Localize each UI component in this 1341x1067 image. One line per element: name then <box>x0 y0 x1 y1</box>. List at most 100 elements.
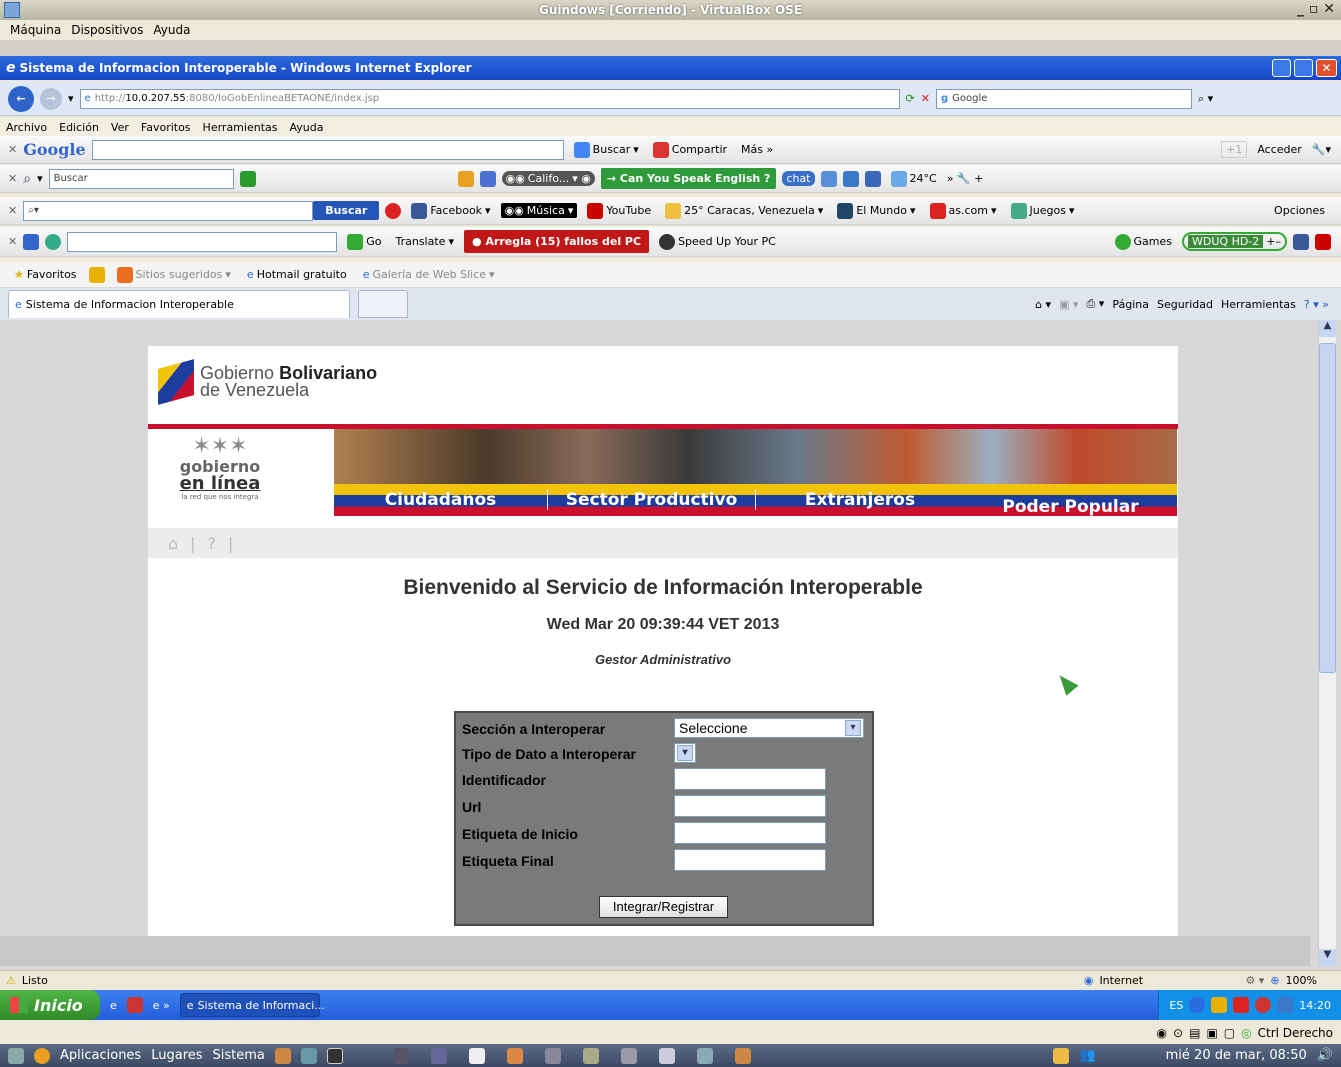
nav-sector-productivo[interactable]: Sector Productivo <box>548 490 756 510</box>
submit-button[interactable]: Integrar/Registrar <box>599 896 728 918</box>
hotmail-button[interactable]: e Hotmail gratuito <box>243 267 351 282</box>
galeria-button[interactable]: e Galería de Web Slice ▾ <box>359 267 499 282</box>
foot-icon[interactable] <box>34 1047 50 1064</box>
menu-archivo[interactable]: Archivo <box>6 121 47 134</box>
users-icon[interactable]: 👥 <box>1079 1048 1095 1063</box>
close-toolbar-icon[interactable]: ✕ <box>8 143 17 156</box>
menu-ayuda[interactable]: Ayuda <box>289 121 323 134</box>
toolbar-go-icon[interactable] <box>239 170 256 187</box>
extras-input[interactable] <box>67 231 338 252</box>
weather-link[interactable]: 25° Caracas, Venezuela ▾ <box>661 202 827 220</box>
window-icon-1[interactable] <box>392 1047 409 1064</box>
menu-sistema[interactable]: Sistema <box>213 1048 265 1063</box>
home-nav-icon[interactable]: ⌂ <box>168 534 178 553</box>
etiqueta-final-input[interactable] <box>674 849 826 871</box>
wrench-icon[interactable]: 🔧▾ <box>1312 143 1331 156</box>
refresh-icon[interactable]: ⟳ <box>906 92 915 105</box>
address-input[interactable]: e http://10.0.207.55:8080/IoGobEnlineaBE… <box>79 88 900 109</box>
mas-button[interactable]: Más » <box>737 142 777 157</box>
games-button[interactable]: Games <box>1111 233 1176 251</box>
search-input[interactable]: g Google <box>935 88 1192 109</box>
weather-button[interactable]: 24°C <box>887 170 941 188</box>
scroll-down-button[interactable]: ▼ <box>1319 949 1336 966</box>
menu-ver[interactable]: Ver <box>111 121 129 134</box>
window-icon-6[interactable] <box>582 1047 599 1064</box>
launcher-icon-2[interactable] <box>300 1047 317 1064</box>
search-go-icon[interactable]: ⌕ ▾ <box>1198 92 1213 106</box>
window-icon-9[interactable] <box>696 1047 713 1064</box>
vertical-scrollbar[interactable]: ▲ ▼ <box>1318 320 1336 966</box>
window-icon-8[interactable] <box>658 1047 675 1064</box>
player-widget[interactable]: ◉◉ Califo... ▾ ◉ <box>501 171 595 186</box>
ask-search-input[interactable]: ⌕▾ <box>23 200 314 221</box>
facebook-small-icon[interactable] <box>1293 233 1309 250</box>
plus-one-button[interactable]: +1 <box>1221 141 1248 158</box>
tray-icon-3[interactable] <box>1233 997 1250 1013</box>
nav-ciudadanos[interactable]: Ciudadanos <box>334 490 548 510</box>
add-favorite-icon[interactable] <box>88 266 105 283</box>
favoritos-button[interactable]: ★ Favoritos <box>10 267 81 282</box>
window-controls-icon[interactable]: _ ▫ ✕ <box>1297 1 1335 17</box>
close-toolbar-icon-2[interactable]: ✕ <box>8 172 17 185</box>
translate-button[interactable]: Translate ▾ <box>391 234 457 249</box>
google-buscar-button[interactable]: Buscar ▾ <box>570 141 643 159</box>
menu-favoritos[interactable]: Favoritos <box>141 121 191 134</box>
facebook-button[interactable]: Facebook ▾ <box>407 202 494 220</box>
forward-icon[interactable]: → <box>40 87 62 110</box>
toolbar-search-input[interactable]: Buscar <box>48 168 234 189</box>
sitios-button[interactable]: Sitios sugeridos ▾ <box>113 266 235 284</box>
terminal-icon[interactable] <box>326 1047 343 1064</box>
scroll-thumb[interactable] <box>1319 343 1336 673</box>
dropdown-arrow-icon[interactable]: ▾ <box>37 172 43 185</box>
compartir-button[interactable]: Compartir <box>649 141 731 159</box>
language-indicator[interactable]: ES <box>1169 999 1183 1012</box>
quicklaunch-chrome-icon[interactable]: e » <box>153 999 170 1012</box>
window-icon-10[interactable] <box>734 1047 751 1064</box>
taskbar-item-ie[interactable]: e Sistema de Informaci... <box>179 993 325 1017</box>
menu-edicion[interactable]: Edición <box>59 121 99 134</box>
volume-icon[interactable]: 🔊 <box>1317 1048 1333 1063</box>
vbox-menu-dispositivos[interactable]: Dispositivos <box>71 23 143 37</box>
ie-minimize-button[interactable] <box>1272 59 1291 77</box>
window-icon-2[interactable] <box>430 1047 447 1064</box>
seccion-select[interactable]: Seleccione ▾ <box>674 718 864 738</box>
go-button[interactable]: Go <box>343 233 385 251</box>
musica-button[interactable]: ◉◉ Música ▾ <box>500 203 578 218</box>
panel-clock[interactable]: mié 20 de mar, 08:50 <box>1166 1048 1307 1063</box>
elmundo-button[interactable]: El Mundo ▾ <box>833 202 919 220</box>
ascom-button[interactable]: as.com ▾ <box>926 202 1001 220</box>
home-icon[interactable]: ⌂ ▾ <box>1035 298 1051 311</box>
addon-icon-3[interactable] <box>820 170 837 187</box>
feeds-icon[interactable]: ▣ ▾ <box>1059 298 1078 311</box>
nav-poder-popular[interactable]: Poder Popular <box>964 483 1177 517</box>
acceder-button[interactable]: Acceder <box>1253 142 1305 157</box>
window-icon-7[interactable] <box>620 1047 637 1064</box>
help-icon[interactable]: ? ▾ » <box>1304 298 1329 311</box>
speedup-button[interactable]: Speed Up Your PC <box>655 233 780 251</box>
more-icon[interactable]: » 🔧 + <box>947 172 984 185</box>
back-icon[interactable]: ← <box>8 85 34 112</box>
tray-icon-2[interactable] <box>1211 997 1228 1013</box>
youtube-button[interactable]: YouTube <box>583 202 655 220</box>
addon-icon-1[interactable] <box>457 170 474 187</box>
arregla-button[interactable]: ● Arregla (15) fallos del PC <box>463 230 650 253</box>
tab-active[interactable]: e Sistema de Informacion Interoperable <box>8 290 350 318</box>
etiqueta-inicio-input[interactable] <box>674 822 826 844</box>
opciones-button[interactable]: Opciones <box>1270 203 1329 218</box>
tipo-select[interactable]: ▾ <box>674 743 696 763</box>
menu-lugares[interactable]: Lugares <box>151 1048 202 1063</box>
juegos-button[interactable]: Juegos ▾ <box>1007 202 1079 220</box>
print-icon[interactable]: ⎙ ▾ <box>1087 297 1105 311</box>
tray-icon-4[interactable] <box>1255 997 1272 1013</box>
radio-widget[interactable]: WDUQ HD-2 +– <box>1182 232 1287 251</box>
ie-close-button[interactable]: ✕ <box>1316 59 1337 77</box>
notes-icon[interactable] <box>1053 1047 1070 1064</box>
tray-icon-1[interactable] <box>1189 997 1206 1013</box>
menu-herramientas[interactable]: Herramientas <box>203 121 278 134</box>
addon-icon-2[interactable] <box>479 170 496 187</box>
security-icon[interactable]: ⚙ ▾ <box>1245 974 1264 987</box>
english-button[interactable]: → Can You Speak English ? <box>600 168 777 189</box>
ie-maximize-button[interactable] <box>1294 59 1313 77</box>
scroll-up-button[interactable]: ▲ <box>1319 320 1336 337</box>
history-dropdown-icon[interactable]: ▾ <box>68 92 74 105</box>
